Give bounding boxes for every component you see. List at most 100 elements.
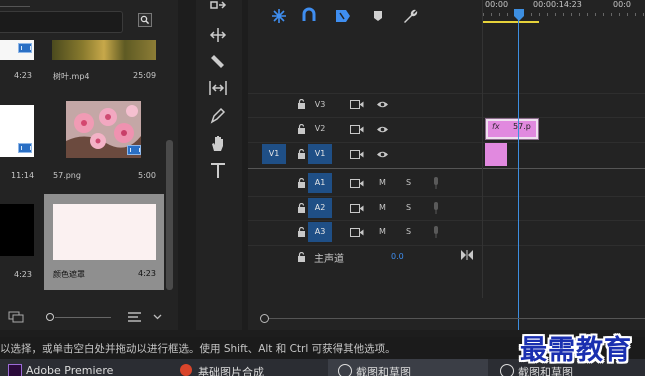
media-item-selected[interactable]: 颜色遮罩 4:23 [44, 194, 164, 290]
fx-badge[interactable]: fx [492, 122, 500, 131]
track-label[interactable]: V2 [308, 119, 332, 139]
ripple-edit-icon[interactable] [208, 25, 228, 45]
browser-icon [180, 364, 192, 376]
microphone-icon[interactable] [433, 177, 439, 189]
lock-icon[interactable] [297, 252, 306, 262]
add-marker-icon[interactable] [369, 7, 387, 25]
search-input[interactable] [0, 11, 123, 33]
media-duration: 11:14 [11, 171, 35, 180]
taskbar-item[interactable]: Adobe Premiere [0, 359, 170, 376]
track-header-v3: V3 [248, 93, 482, 117]
scrollbar[interactable] [166, 140, 173, 290]
timecode-label: 00:00 [485, 0, 509, 9]
razor-icon[interactable] [208, 52, 228, 72]
zoom-slider-handle[interactable] [46, 313, 54, 321]
image-badge-icon [18, 143, 32, 153]
taskbar-label: Adobe Premiere [26, 364, 114, 376]
sync-lock-icon[interactable] [350, 100, 364, 109]
time-ruler[interactable]: 00:00 00:00:14:23 00:0 [482, 0, 645, 28]
zoom-slider-track[interactable] [55, 317, 111, 318]
image-badge-icon [127, 145, 141, 155]
master-label: 主声道 [314, 254, 344, 265]
horizontal-scrollbar[interactable] [269, 318, 645, 319]
media-thumbnail[interactable] [0, 204, 34, 256]
mute-button[interactable]: M [379, 178, 386, 187]
video-audio-divider [248, 168, 645, 169]
pen-icon[interactable] [208, 105, 228, 125]
track-header-v2: V2 [248, 117, 482, 141]
snap-icon[interactable] [300, 7, 318, 25]
track-header-master: 主声道 0.0 [248, 245, 482, 269]
ruler-ticks [483, 13, 645, 16]
sync-lock-icon[interactable] [350, 204, 364, 213]
scroll-handle[interactable] [260, 314, 269, 323]
lock-icon[interactable] [297, 227, 306, 237]
eye-icon[interactable] [376, 100, 389, 109]
eye-icon[interactable] [376, 125, 389, 134]
clip-v1[interactable] [485, 143, 507, 166]
lock-icon[interactable] [297, 178, 306, 188]
slip-icon[interactable] [208, 78, 228, 98]
lock-icon[interactable] [297, 124, 306, 134]
chevron-down-icon[interactable] [153, 314, 162, 320]
sync-lock-icon[interactable] [350, 125, 364, 134]
microphone-icon[interactable] [433, 226, 439, 238]
premiere-icon [8, 364, 22, 376]
status-text: 以选择，或单击空白处并拖动以进行框选。使用 Shift、Alt 和 Ctrl 可… [0, 343, 396, 355]
mute-button[interactable]: M [379, 203, 386, 212]
solo-button[interactable]: S [406, 227, 411, 236]
wrench-icon[interactable] [401, 7, 419, 25]
go-to-end-icon[interactable] [461, 250, 473, 260]
taskbar-label: 基础图片合成 [198, 366, 264, 376]
sync-lock-icon[interactable] [350, 179, 364, 188]
master-volume-value[interactable]: 0.0 [391, 252, 404, 261]
media-thumbnail[interactable] [52, 40, 156, 60]
sort-icon[interactable] [128, 312, 142, 322]
playhead-line[interactable] [518, 20, 519, 330]
eye-icon[interactable] [376, 150, 389, 159]
work-area-bar[interactable] [483, 21, 539, 23]
track-label[interactable]: V3 [308, 95, 332, 115]
solo-button[interactable]: S [406, 203, 411, 212]
snap-sequence-icon[interactable] [270, 7, 288, 25]
clip-v2[interactable]: fx 57.p [485, 118, 539, 140]
hand-icon[interactable] [208, 133, 228, 153]
video-badge-icon [18, 43, 32, 53]
media-name: 树叶.mp4 [53, 72, 90, 81]
playhead-handle-icon[interactable] [514, 9, 524, 21]
watermark: 最需教育 [520, 335, 632, 366]
taskbar-label: 截图和草图 [356, 366, 411, 376]
project-footer [0, 300, 178, 330]
linked-selection-icon[interactable] [334, 7, 352, 25]
taskbar-item[interactable]: 基础图片合成 [172, 359, 322, 376]
type-icon[interactable] [208, 160, 228, 180]
track-label[interactable]: A2 [308, 198, 332, 218]
panel-tab[interactable] [0, 0, 30, 7]
microphone-icon[interactable] [433, 202, 439, 214]
mute-button[interactable]: M [379, 227, 386, 236]
track-header-a1: A1 M S [248, 171, 482, 195]
media-duration: 25:09 [133, 71, 157, 80]
lock-icon[interactable] [297, 99, 306, 109]
snip-icon [500, 364, 514, 376]
clip-label: 57.p [513, 122, 531, 131]
media-duration: 5:00 [138, 171, 156, 180]
sync-lock-icon[interactable] [350, 228, 364, 237]
sync-lock-icon[interactable] [350, 150, 364, 159]
project-panel: 4:23 树叶.mp4 25:09 11:14 57.png 5:00 4:23… [0, 0, 178, 330]
media-duration: 4:23 [138, 269, 156, 278]
track-label[interactable]: A1 [308, 173, 332, 193]
media-name: 57.png [53, 171, 81, 180]
freeform-view-icon[interactable] [8, 311, 28, 323]
track-select-icon[interactable] [208, 0, 228, 20]
lock-icon[interactable] [297, 203, 306, 213]
media-thumbnail [53, 204, 156, 260]
find-icon[interactable] [138, 13, 152, 27]
track-label[interactable]: V1 [308, 144, 332, 164]
source-patch-v1[interactable]: V1 [262, 144, 286, 164]
media-duration: 4:23 [14, 71, 32, 80]
solo-button[interactable]: S [406, 178, 411, 187]
taskbar-item[interactable]: 截图和草图 [328, 359, 488, 376]
lock-icon[interactable] [297, 149, 306, 159]
track-label[interactable]: A3 [308, 222, 332, 242]
